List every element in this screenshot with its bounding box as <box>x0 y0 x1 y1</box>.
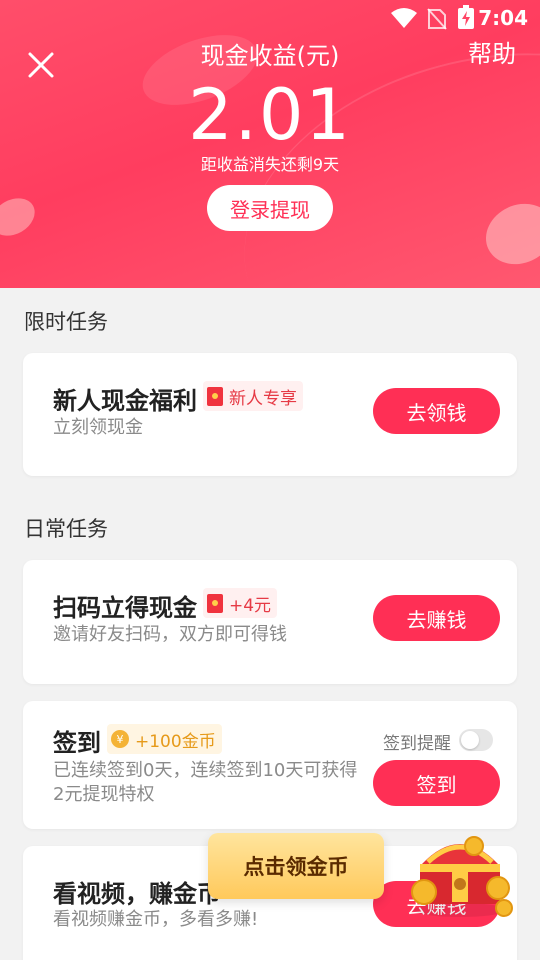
help-link[interactable]: 帮助 <box>468 34 516 69</box>
earn-money-button[interactable]: 去赚钱 <box>373 595 500 641</box>
reminder-label: 签到提醒 <box>383 734 451 754</box>
page-title: 现金收益(元) <box>200 42 340 70</box>
badge-label: +100金币 <box>135 731 216 752</box>
wifi-icon <box>391 8 417 28</box>
status-bar: 7:04 <box>0 0 540 36</box>
task-title: 签到 <box>53 729 101 757</box>
section-title-daily: 日常任务 <box>24 517 108 541</box>
task-title: 扫码立得现金 <box>53 594 197 622</box>
red-packet-icon <box>207 386 223 406</box>
decor-coin-left <box>0 190 42 244</box>
checkin-button[interactable]: 签到 <box>373 760 500 806</box>
claim-coins-tooltip[interactable]: 点击领金币 <box>208 833 384 899</box>
task-title: 新人现金福利 <box>53 387 197 415</box>
status-time: 7:04 <box>478 6 528 30</box>
login-withdraw-button[interactable]: 登录提现 <box>207 185 333 231</box>
task-title: 看视频，赚金币 <box>53 880 221 908</box>
task-desc: 立刻领现金 <box>53 417 143 438</box>
task-card-checkin: 签到 ¥ +100金币 签到提醒 已连续签到0天，连续签到10天可获得2元提现特… <box>23 701 517 829</box>
task-card-scan: 扫码立得现金 +4元 邀请好友扫码，双方即可得钱 去赚钱 <box>23 560 517 684</box>
treasure-chest-icon[interactable] <box>404 826 516 918</box>
task-desc: 看视频赚金币，多看多赚! <box>53 909 259 930</box>
reminder-toggle[interactable] <box>459 729 493 751</box>
task-badge: +4元 <box>203 588 278 618</box>
coin-icon: ¥ <box>111 730 129 748</box>
task-desc: 邀请好友扫码，双方即可得钱 <box>53 624 287 645</box>
battery-charging-icon <box>458 5 474 29</box>
expire-text: 距收益消失还剩9天 <box>200 155 340 174</box>
header-banner: 7:04 现金收益(元) 帮助 2.01 距收益消失还剩9天 登录提现 <box>0 0 540 288</box>
task-card-newbie: 新人现金福利 新人专享 立刻领现金 去领钱 <box>23 353 517 476</box>
section-title-limited: 限时任务 <box>24 310 108 334</box>
sim-off-icon <box>427 8 447 30</box>
task-badge: 新人专享 <box>203 381 303 411</box>
task-badge: ¥ +100金币 <box>107 724 222 754</box>
toggle-knob <box>461 731 479 749</box>
badge-label: 新人专享 <box>229 388 297 409</box>
task-desc: 已连续签到0天，连续签到10天可获得2元提现特权 <box>53 760 358 805</box>
cash-amount: 2.01 <box>188 74 352 156</box>
badge-label: +4元 <box>229 595 272 616</box>
claim-cash-button[interactable]: 去领钱 <box>373 388 500 434</box>
red-packet-icon <box>207 593 223 613</box>
